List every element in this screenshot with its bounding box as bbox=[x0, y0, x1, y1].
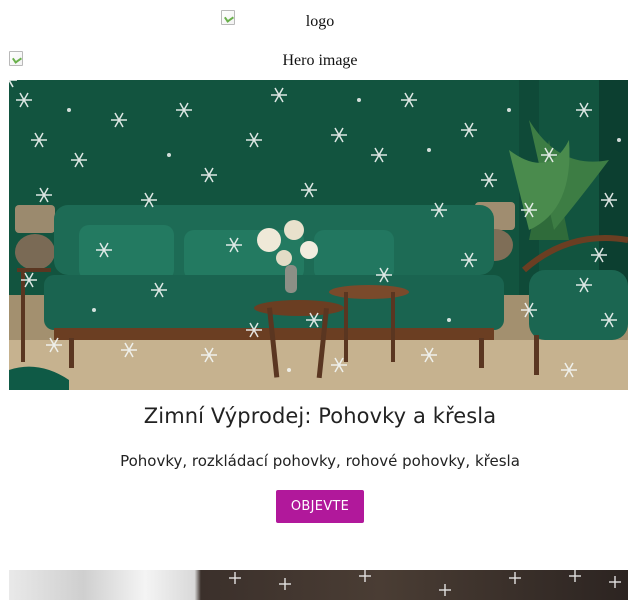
objevte-button[interactable]: OBJEVTE bbox=[275, 490, 365, 523]
email-page: logo Hero image Zimní Výprodej: Pohovky … bbox=[0, 0, 640, 600]
promo-headline: Zimní Výprodej: Pohovky a křesla bbox=[143, 404, 497, 428]
living-room-illustration bbox=[9, 80, 628, 390]
next-photo-snowflakes bbox=[229, 570, 621, 596]
broken-image-icon bbox=[9, 51, 23, 66]
winter-sale-photo[interactable] bbox=[9, 80, 628, 390]
hero-image[interactable]: Hero image bbox=[0, 42, 640, 80]
broken-image-icon bbox=[221, 10, 235, 25]
logo-alt-text: logo bbox=[305, 13, 335, 30]
logo-image[interactable]: logo bbox=[0, 0, 640, 42]
hero-alt-text: Hero image bbox=[282, 52, 358, 69]
promo-subline: Pohovky, rozkládací pohovky, rohové poho… bbox=[120, 452, 520, 470]
next-promo-photo[interactable] bbox=[9, 570, 628, 600]
